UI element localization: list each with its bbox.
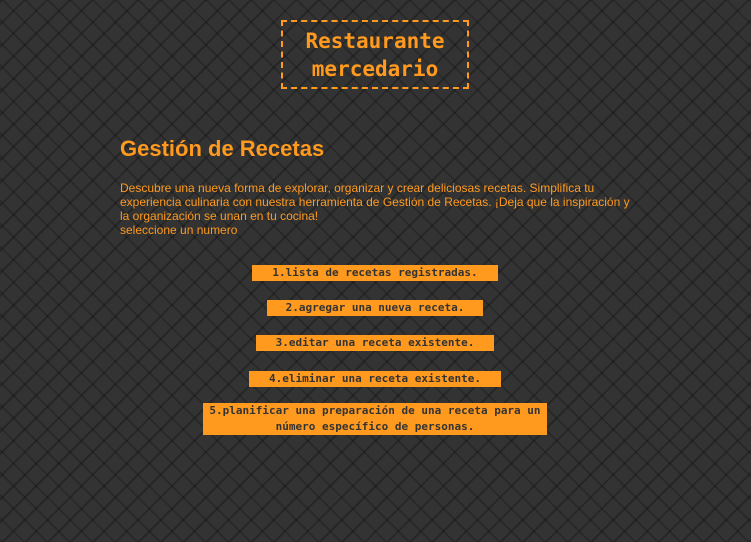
- logo-text: Restaurante mercedario: [305, 28, 445, 81]
- description-text: Descubre una nueva forma de explorar, or…: [120, 181, 630, 223]
- page-title: Gestión de Recetas: [120, 136, 325, 161]
- option-list-recipes-button[interactable]: 1.lista de recetas registradas.: [252, 265, 498, 281]
- option-plan-preparation-button[interactable]: 5.planificar una preparación de una rece…: [203, 403, 547, 435]
- selection-prompt: seleccione un numero: [120, 223, 238, 237]
- option-add-recipe-button[interactable]: 2.agregar una nueva receta.: [267, 300, 483, 316]
- option-edit-recipe-button[interactable]: 3.editar una receta existente.: [256, 335, 494, 351]
- intro-description: Descubre una nueva forma de explorar, or…: [120, 181, 640, 237]
- option-delete-recipe-button[interactable]: 4.eliminar una receta existente.: [249, 371, 501, 387]
- restaurant-logo: Restaurante mercedario: [281, 20, 469, 89]
